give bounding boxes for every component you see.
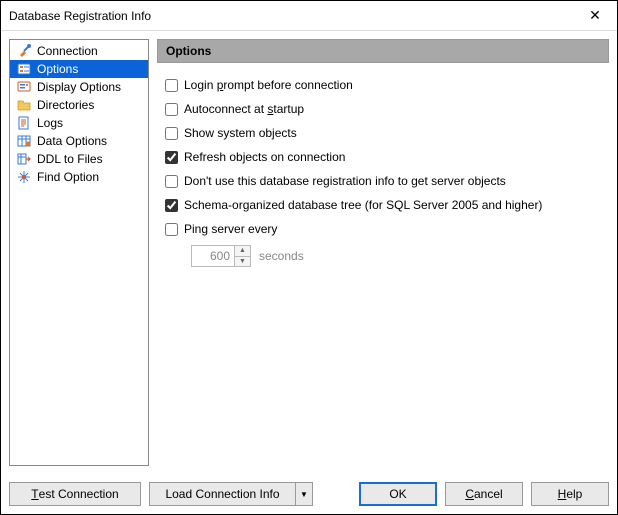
find-icon: [16, 169, 32, 185]
cancel-button[interactable]: Cancel: [445, 482, 523, 506]
checkbox-schema-tree[interactable]: [165, 199, 178, 212]
sidebar-item-label: Connection: [37, 44, 98, 58]
dialog-body: Connection Options Display Options Direc…: [1, 31, 617, 474]
option-refresh-objects: Refresh objects on connection: [165, 149, 601, 165]
display-icon: [16, 79, 32, 95]
sidebar-item-label: Display Options: [37, 80, 121, 94]
sidebar-item-directories[interactable]: Directories: [10, 96, 148, 114]
option-schema-tree: Schema-organized database tree (for SQL …: [165, 197, 601, 213]
sidebar-item-display-options[interactable]: Display Options: [10, 78, 148, 96]
folder-icon: [16, 97, 32, 113]
spinner-buttons: ▲ ▼: [234, 246, 250, 266]
label-login-prompt[interactable]: Login prompt before connection: [184, 78, 353, 92]
checkbox-ping[interactable]: [165, 223, 178, 236]
spinner-down-button[interactable]: ▼: [235, 257, 250, 267]
close-button[interactable]: ✕: [573, 1, 617, 31]
option-autoconnect: Autoconnect at startup: [165, 101, 601, 117]
titlebar: Database Registration Info ✕: [1, 1, 617, 31]
logs-icon: [16, 115, 32, 131]
label-show-system[interactable]: Show system objects: [184, 126, 297, 140]
option-ping: Ping server every: [165, 221, 601, 237]
label-schema-tree[interactable]: Schema-organized database tree (for SQL …: [184, 198, 542, 212]
checkbox-refresh-objects[interactable]: [165, 151, 178, 164]
sidebar-item-label: Directories: [37, 98, 94, 112]
ping-value-input[interactable]: [192, 246, 234, 266]
sidebar-item-options[interactable]: Options: [10, 60, 148, 78]
ping-spinner: ▲ ▼: [191, 245, 251, 267]
sidebar-item-label: Data Options: [37, 134, 107, 148]
option-show-system: Show system objects: [165, 125, 601, 141]
label-dont-use[interactable]: Don't use this database registration inf…: [184, 174, 506, 188]
sidebar-item-label: Options: [37, 62, 78, 76]
options-area: Login prompt before connection Autoconne…: [157, 63, 609, 466]
sidebar-item-label: Logs: [37, 116, 63, 130]
data-options-icon: [16, 133, 32, 149]
checkbox-login-prompt[interactable]: [165, 79, 178, 92]
sidebar-item-data-options[interactable]: Data Options: [10, 132, 148, 150]
checkbox-show-system[interactable]: [165, 127, 178, 140]
spinner-up-button[interactable]: ▲: [235, 246, 250, 257]
label-autoconnect[interactable]: Autoconnect at startup: [184, 102, 304, 116]
ok-button[interactable]: OK: [359, 482, 437, 506]
seconds-label: seconds: [259, 249, 304, 263]
sidebar-item-label: Find Option: [37, 170, 99, 184]
sidebar-item-connection[interactable]: Connection: [10, 42, 148, 60]
main-panel: Options Login prompt before connection A…: [157, 39, 609, 466]
option-login-prompt: Login prompt before connection: [165, 77, 601, 93]
dialog-window: Database Registration Info ✕ Connection …: [0, 0, 618, 515]
test-connection-button[interactable]: Test Connection: [9, 482, 141, 506]
option-dont-use: Don't use this database registration inf…: [165, 173, 601, 189]
plug-icon: [16, 43, 32, 59]
sidebar-item-ddl-to-files[interactable]: DDL to Files: [10, 150, 148, 168]
checkbox-autoconnect[interactable]: [165, 103, 178, 116]
ddl-icon: [16, 151, 32, 167]
options-icon: [16, 61, 32, 77]
sidebar-item-label: DDL to Files: [37, 152, 103, 166]
sidebar: Connection Options Display Options Direc…: [9, 39, 149, 466]
help-button[interactable]: Help: [531, 482, 609, 506]
sidebar-item-logs[interactable]: Logs: [10, 114, 148, 132]
load-connection-dropdown[interactable]: ▼: [295, 482, 313, 506]
checkbox-dont-use[interactable]: [165, 175, 178, 188]
load-connection-button[interactable]: Load Connection Info: [149, 482, 295, 506]
label-refresh-objects[interactable]: Refresh objects on connection: [184, 150, 345, 164]
load-connection-group: Load Connection Info ▼: [149, 482, 313, 506]
label-ping[interactable]: Ping server every: [184, 222, 277, 236]
window-title: Database Registration Info: [9, 9, 151, 23]
ping-interval-row: ▲ ▼ seconds: [191, 245, 601, 267]
sidebar-item-find-option[interactable]: Find Option: [10, 168, 148, 186]
section-header: Options: [157, 39, 609, 63]
footer: Test Connection Load Connection Info ▼ O…: [1, 474, 617, 514]
